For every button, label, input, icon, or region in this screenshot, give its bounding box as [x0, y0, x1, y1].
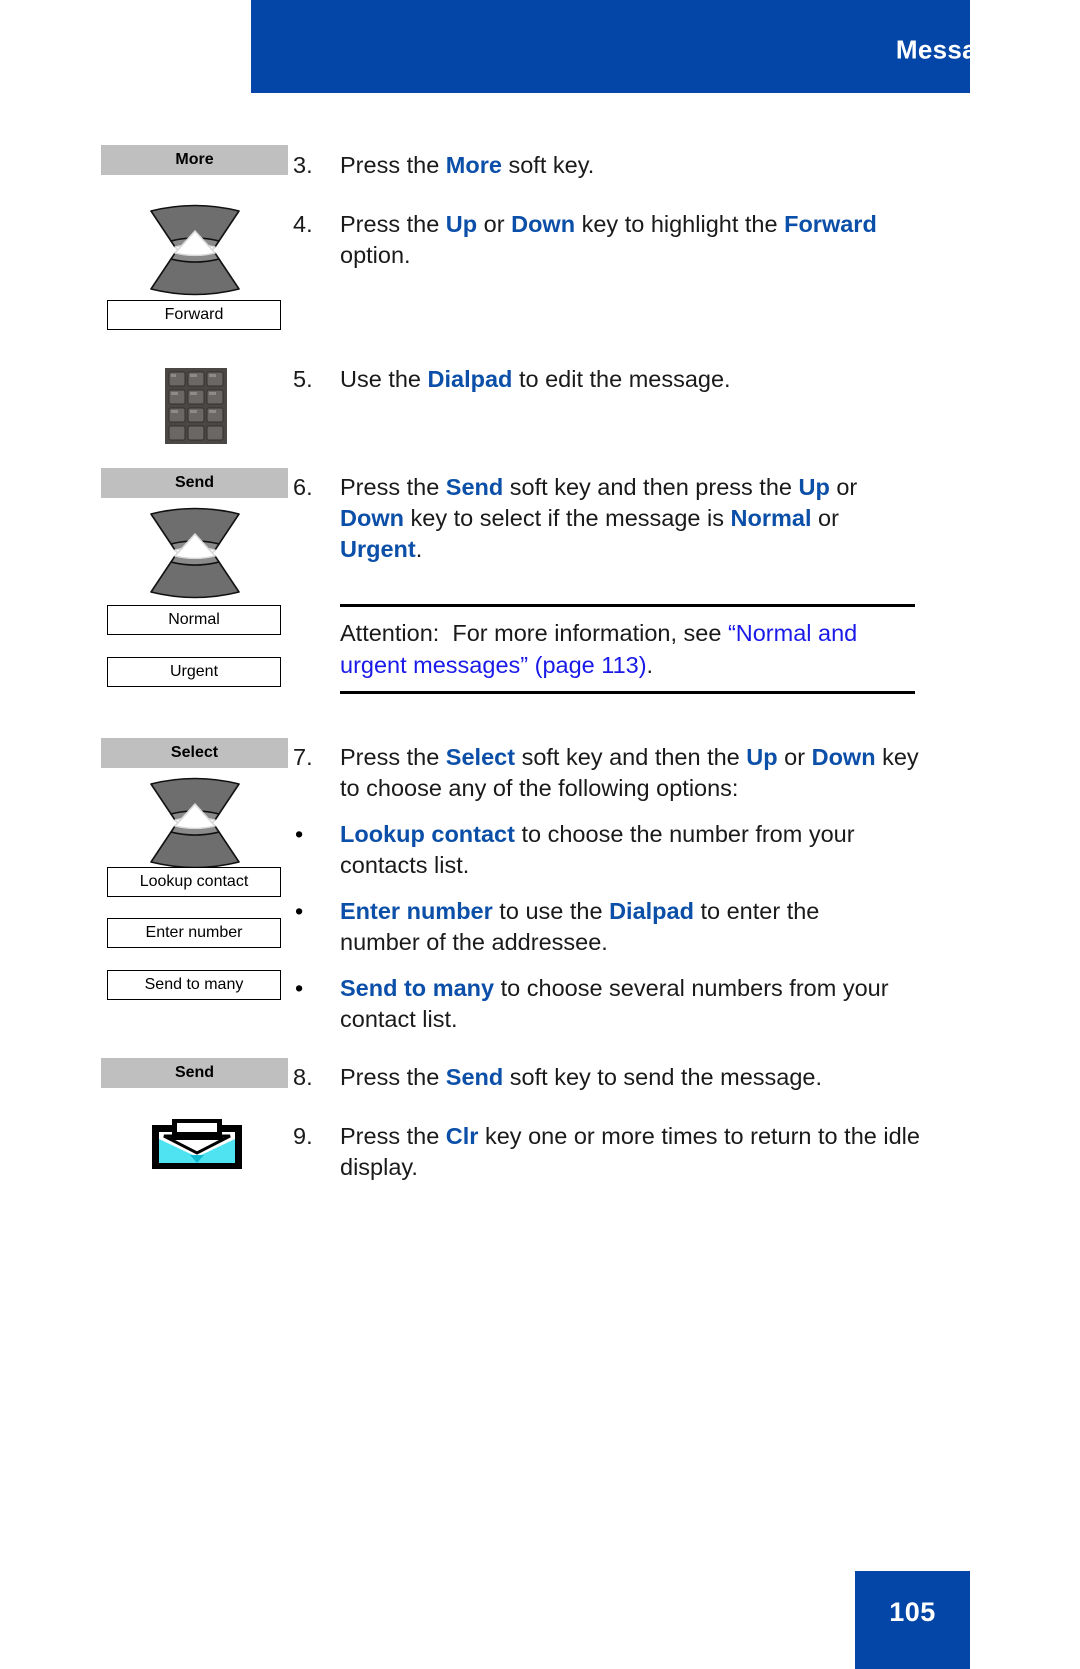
bullet-marker-1: • [295, 821, 304, 847]
body-text: option. [340, 242, 411, 268]
bullet-text-lookup-contact: Lookup contact to choose the number from… [340, 819, 915, 881]
navigation-up-down-key-icon [143, 203, 247, 297]
bullet-text-enter-number: Enter number to use the Dialpad to enter… [340, 896, 885, 958]
step-number-6: 6. [293, 474, 313, 500]
step-number-5: 5. [293, 366, 313, 392]
keyword: Send [445, 1064, 504, 1090]
body-text: Press the [340, 474, 446, 500]
keyword: Select [445, 744, 516, 770]
dialpad-icon [165, 368, 227, 444]
keyword: Dialpad [609, 898, 694, 924]
body-text: Press the [340, 744, 446, 770]
body-text: Press the [340, 152, 446, 178]
step-number-7: 7. [293, 744, 313, 770]
body-text: Press the [340, 1123, 446, 1149]
keyword: Lookup contact [340, 821, 515, 847]
keyword: Down [811, 744, 876, 770]
keyword: Normal [730, 505, 812, 531]
attention-body-before: For more information, see [452, 620, 728, 646]
keyword: Up [445, 211, 478, 237]
attention-label: Attention: [340, 620, 440, 646]
bullet-marker-3: • [295, 975, 304, 1001]
softkey-send-step6[interactable]: Send [101, 468, 288, 498]
keyword: More [445, 152, 502, 178]
option-box-forward[interactable]: Forward [107, 300, 281, 330]
page-header-bar [251, 0, 970, 93]
body-text: soft key and then the [515, 744, 747, 770]
step-number-9: 9. [293, 1123, 313, 1149]
body-text: or [777, 744, 812, 770]
step-number-4: 4. [293, 211, 313, 237]
body-text: to edit the message. [512, 366, 731, 392]
bullet-marker-2: • [295, 898, 304, 924]
body-text: key to highlight the [575, 211, 785, 237]
navigation-up-down-key-icon [143, 776, 247, 870]
page-content: Messaging More Forward Send Normal Urgen… [0, 0, 1080, 1669]
body-text: to use the [492, 898, 610, 924]
body-text: or [811, 505, 839, 531]
page-footer-box: 105 [855, 1571, 970, 1669]
clr-key-inbox-icon [150, 1119, 244, 1171]
option-box-urgent[interactable]: Urgent [107, 657, 281, 687]
keyword: Clr [445, 1123, 479, 1149]
option-box-normal[interactable]: Normal [107, 605, 281, 635]
body-text: soft key to send the message. [503, 1064, 822, 1090]
attention-body-after: . [646, 652, 654, 678]
softkey-select[interactable]: Select [101, 738, 288, 768]
keyword: Up [798, 474, 830, 500]
keyword: Send [445, 474, 504, 500]
step-number-8: 8. [293, 1064, 313, 1090]
option-box-send-to-many[interactable]: Send to many [107, 970, 281, 1000]
keyword: Down [511, 211, 576, 237]
body-text: or [829, 474, 858, 500]
option-box-lookup-contact[interactable]: Lookup contact [107, 867, 281, 897]
bullet-text-send-to-many: Send to many to choose several numbers f… [340, 973, 900, 1035]
attention-top-rule [340, 604, 915, 607]
page-number: 105 [889, 1597, 936, 1627]
step-text-7: Press the Select soft key and then the U… [340, 742, 930, 804]
navigation-up-down-key-icon [143, 506, 247, 600]
step-text-6: Press the Send soft key and then press t… [340, 472, 925, 565]
step-text-3: Press the More soft key. [340, 150, 940, 181]
keyword: Urgent [340, 536, 416, 562]
option-box-enter-number[interactable]: Enter number [107, 918, 281, 948]
keyword: Dialpad [427, 366, 513, 392]
body-text: Press the [340, 1064, 446, 1090]
keyword: Enter number [340, 898, 493, 924]
keyword: Forward [784, 211, 877, 237]
body-text: or [477, 211, 512, 237]
step-text-9: Press the Clr key one or more times to r… [340, 1121, 930, 1183]
attention-bottom-rule [340, 691, 915, 694]
step-number-3: 3. [293, 152, 313, 178]
softkey-send-step8[interactable]: Send [101, 1058, 288, 1088]
attention-text: Attention: For more information, see “No… [340, 617, 920, 681]
keyword: Send to many [340, 975, 495, 1001]
body-text: Use the [340, 366, 428, 392]
step-text-8: Press the Send soft key to send the mess… [340, 1062, 940, 1093]
body-text: soft key and then press the [503, 474, 799, 500]
body-text: key to select if the message is [403, 505, 731, 531]
body-text: . [415, 536, 423, 562]
page-title: Messaging [895, 34, 1033, 65]
softkey-more[interactable]: More [101, 145, 288, 175]
body-text: Press the [340, 211, 446, 237]
keyword: Down [340, 505, 404, 531]
keyword: Up [746, 744, 778, 770]
step-text-4: Press the Up or Down key to highlight th… [340, 209, 930, 271]
step-text-5: Use the Dialpad to edit the message. [340, 364, 940, 395]
body-text: soft key. [501, 152, 595, 178]
